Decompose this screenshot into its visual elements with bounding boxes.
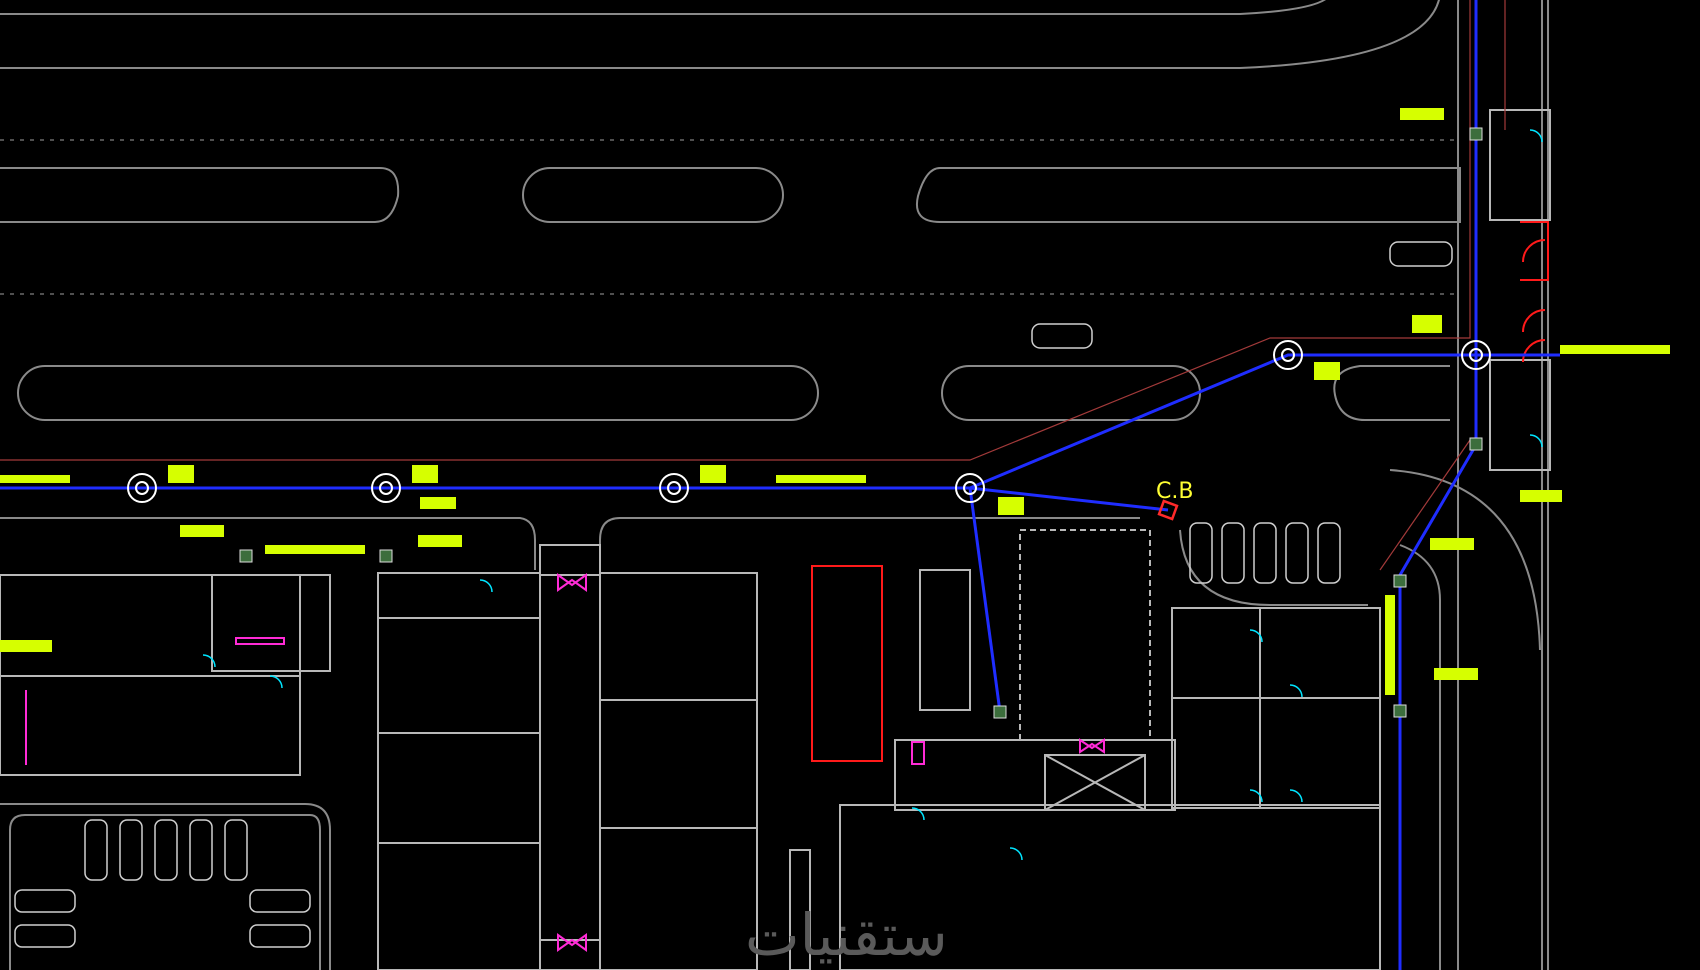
watermark-text: ستقنيات	[745, 901, 948, 969]
tag-5	[776, 475, 866, 483]
tag-8	[420, 497, 456, 509]
inlet-5	[1469, 437, 1483, 451]
inlet-4	[1469, 127, 1483, 141]
cad-drawing-canvas: C.B ستقنيات	[0, 0, 1700, 970]
tag-14	[1314, 362, 1340, 380]
tag-18	[1434, 668, 1478, 680]
tag-9	[418, 535, 462, 547]
tag-4	[700, 465, 726, 483]
tag-2	[168, 465, 194, 483]
tag-13	[1412, 315, 1442, 333]
tag-15	[1560, 345, 1670, 354]
catch-basin-label: C.B	[1156, 479, 1193, 504]
tag-17	[1430, 538, 1474, 550]
inlet-3	[993, 705, 1007, 719]
tag-1	[0, 475, 70, 483]
tag-7	[180, 525, 224, 537]
inlet-2	[379, 549, 393, 563]
tag-16	[1520, 490, 1562, 502]
tag-10	[265, 545, 365, 554]
tag-19	[1385, 595, 1395, 695]
inlet-7	[1393, 704, 1407, 718]
tag-6	[998, 497, 1024, 515]
drawing-background	[0, 0, 1700, 970]
tag-11	[0, 640, 52, 652]
inlet-1	[239, 549, 253, 563]
inlet-6	[1393, 574, 1407, 588]
tag-3	[412, 465, 438, 483]
tag-12	[1400, 108, 1444, 120]
